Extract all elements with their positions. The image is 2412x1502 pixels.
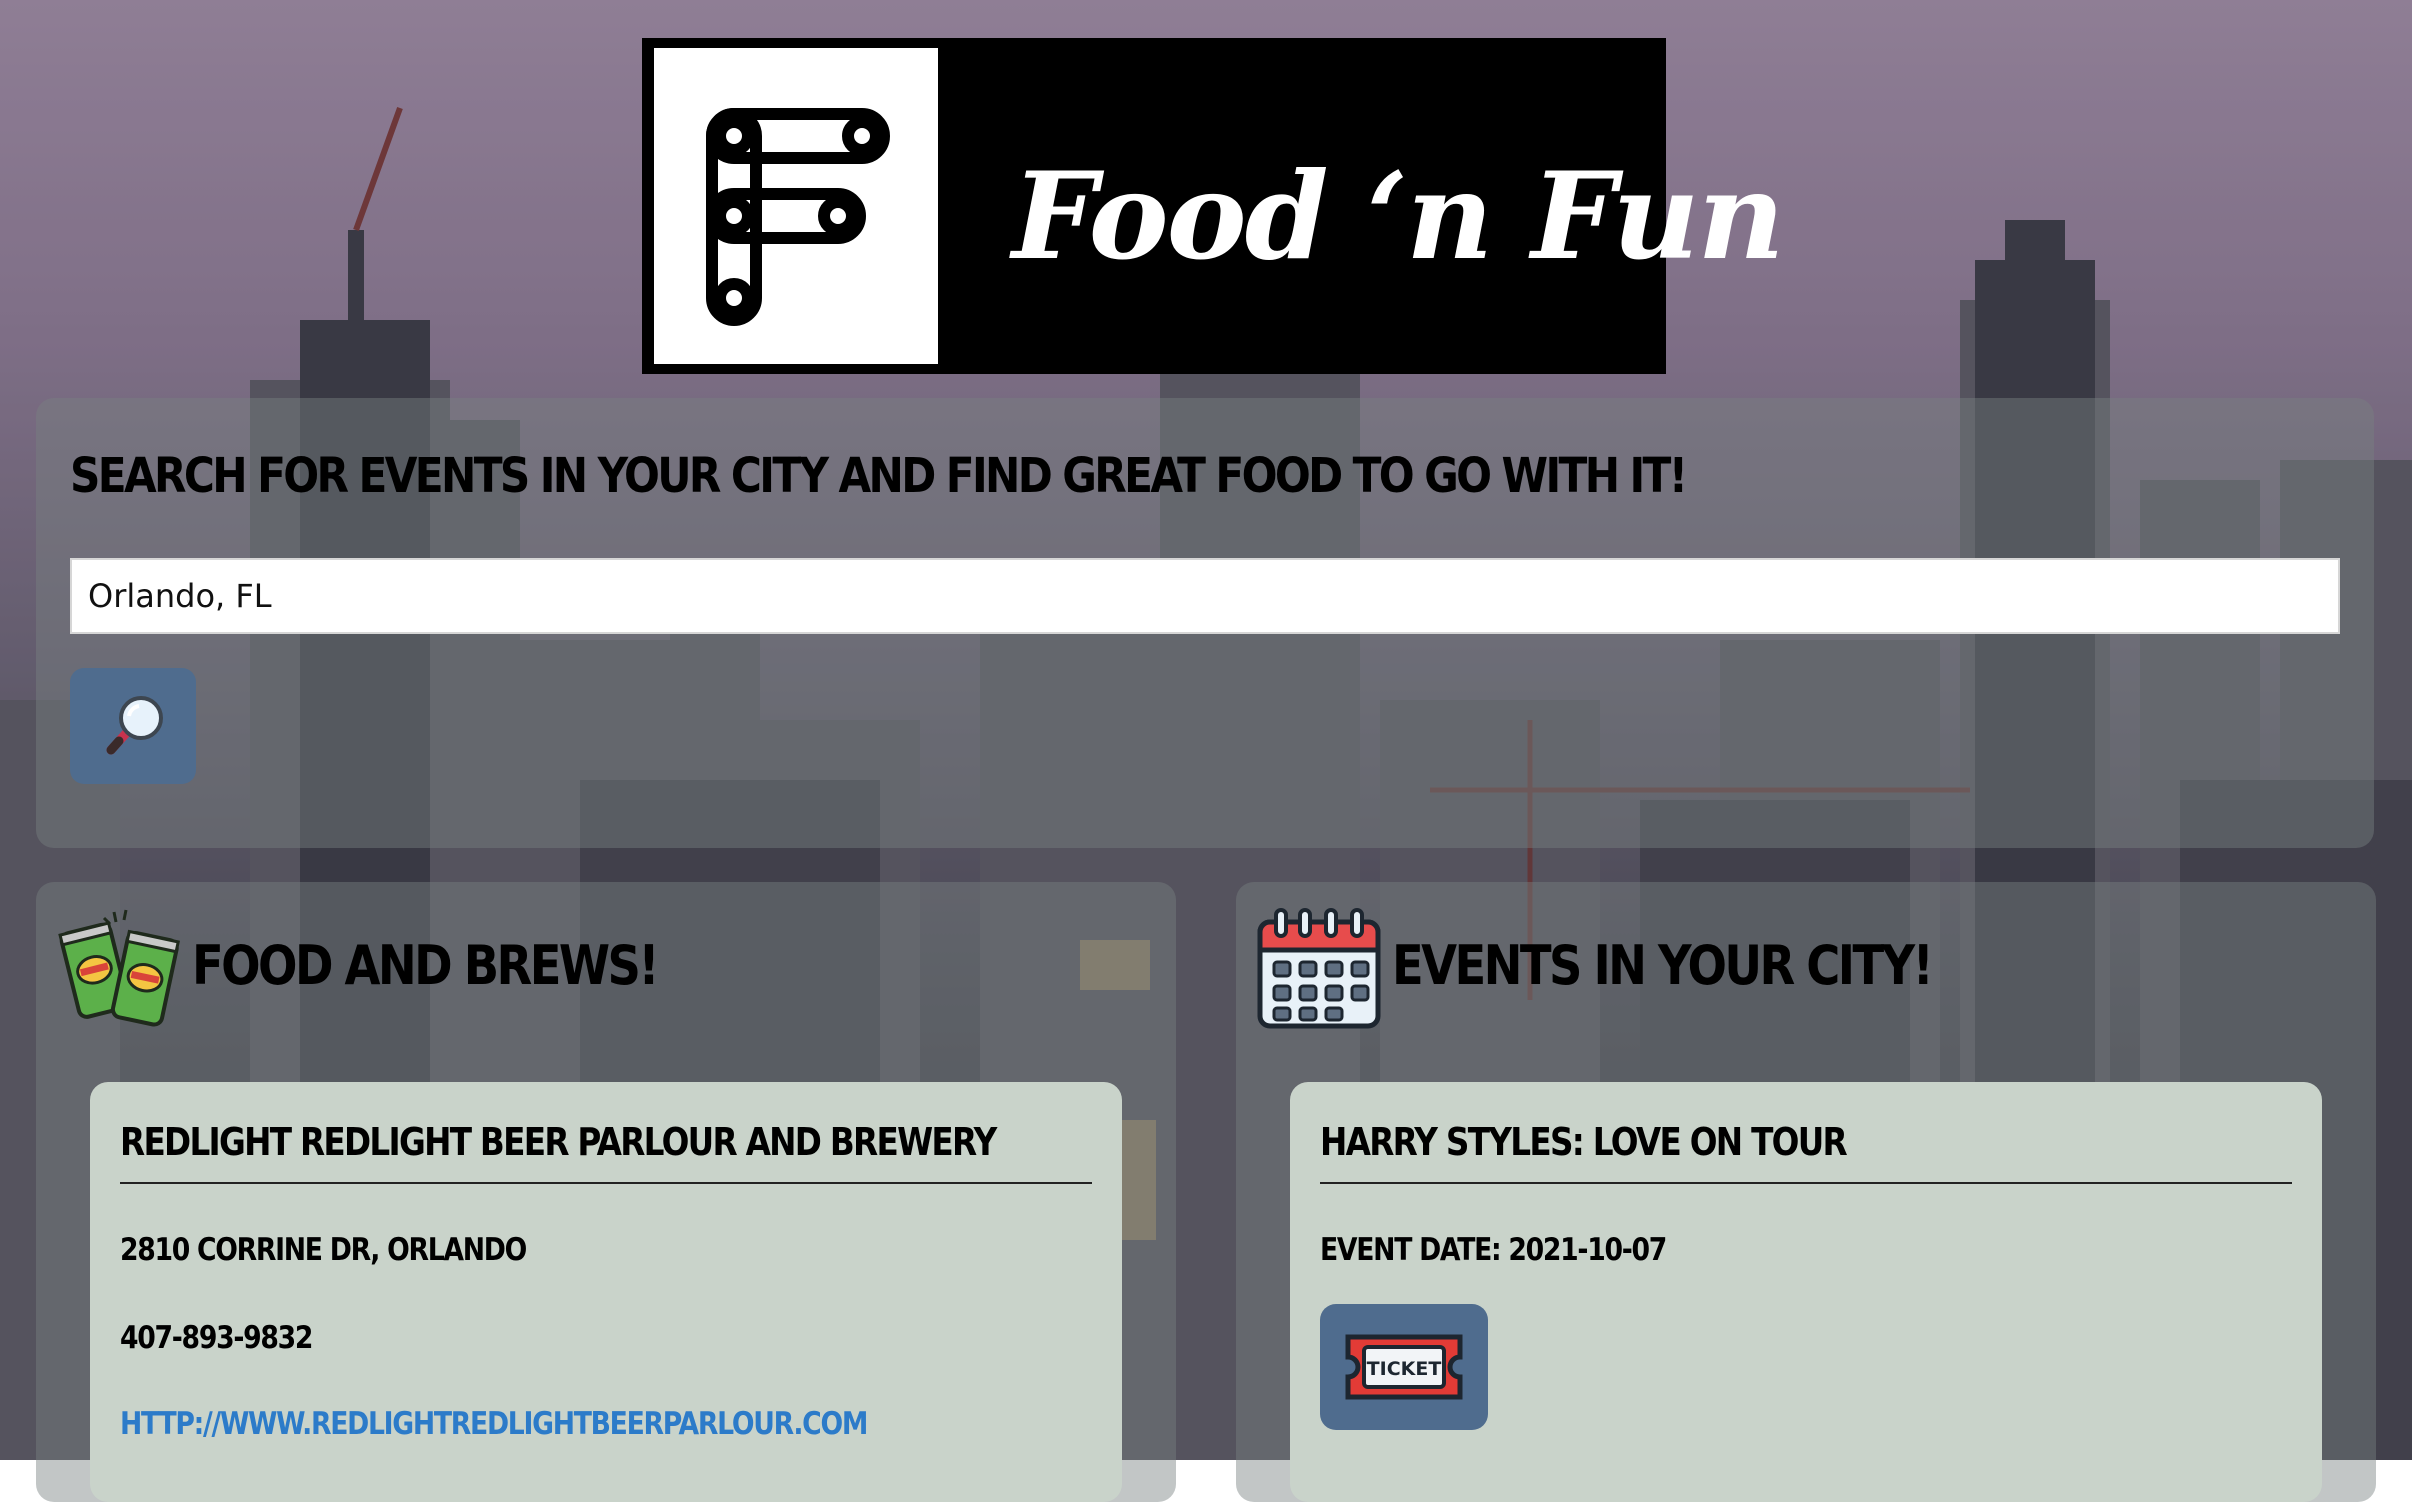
restaurant-card: REDLIGHT REDLIGHT BEER PARLOUR AND BREWE… [90, 1082, 1122, 1502]
ticket-button[interactable]: TICKET [1320, 1304, 1488, 1430]
magnifying-glass-icon [106, 696, 163, 755]
ticket-icon: TICKET [1345, 1334, 1463, 1400]
events-heading: EVENTS IN YOUR CITY! [1392, 934, 1934, 997]
restaurant-website-link[interactable]: HTTP://WWW.REDLIGHTREDLIGHTBEERPARLOUR.C… [120, 1406, 868, 1442]
event-card: HARRY STYLES: LOVE ON TOUR EVENT DATE: 2… [1290, 1082, 2322, 1502]
event-date: EVENT DATE: 2021-10-07 [1320, 1232, 1667, 1268]
logo-text: Food ‘n Fun [1012, 146, 1785, 287]
calendar-icon [1254, 902, 1384, 1032]
restaurant-address: 2810 CORRINE DR, ORLANDO [120, 1232, 527, 1268]
logo-f-mark-icon [654, 48, 938, 364]
events-panel: EVENTS IN YOUR CITY! HARRY STYLES: LOVE … [1236, 882, 2376, 1502]
search-heading: SEARCH FOR EVENTS IN YOUR CITY AND FIND … [70, 448, 1688, 504]
food-panel: FOOD AND BREWS! REDLIGHT REDLIGHT BEER P… [36, 882, 1176, 1502]
beer-cans-icon [54, 902, 184, 1032]
city-search-input[interactable] [70, 558, 2340, 634]
search-panel: SEARCH FOR EVENTS IN YOUR CITY AND FIND … [36, 398, 2374, 848]
search-button[interactable] [70, 668, 196, 784]
ticket-label: TICKET [1367, 1358, 1442, 1380]
restaurant-name: REDLIGHT REDLIGHT BEER PARLOUR AND BREWE… [120, 1120, 1092, 1184]
restaurant-phone: 407-893-9832 [120, 1320, 313, 1356]
event-name: HARRY STYLES: LOVE ON TOUR [1320, 1120, 2292, 1184]
site-logo: Food ‘n Fun [642, 38, 1785, 374]
food-heading: FOOD AND BREWS! [192, 934, 660, 997]
